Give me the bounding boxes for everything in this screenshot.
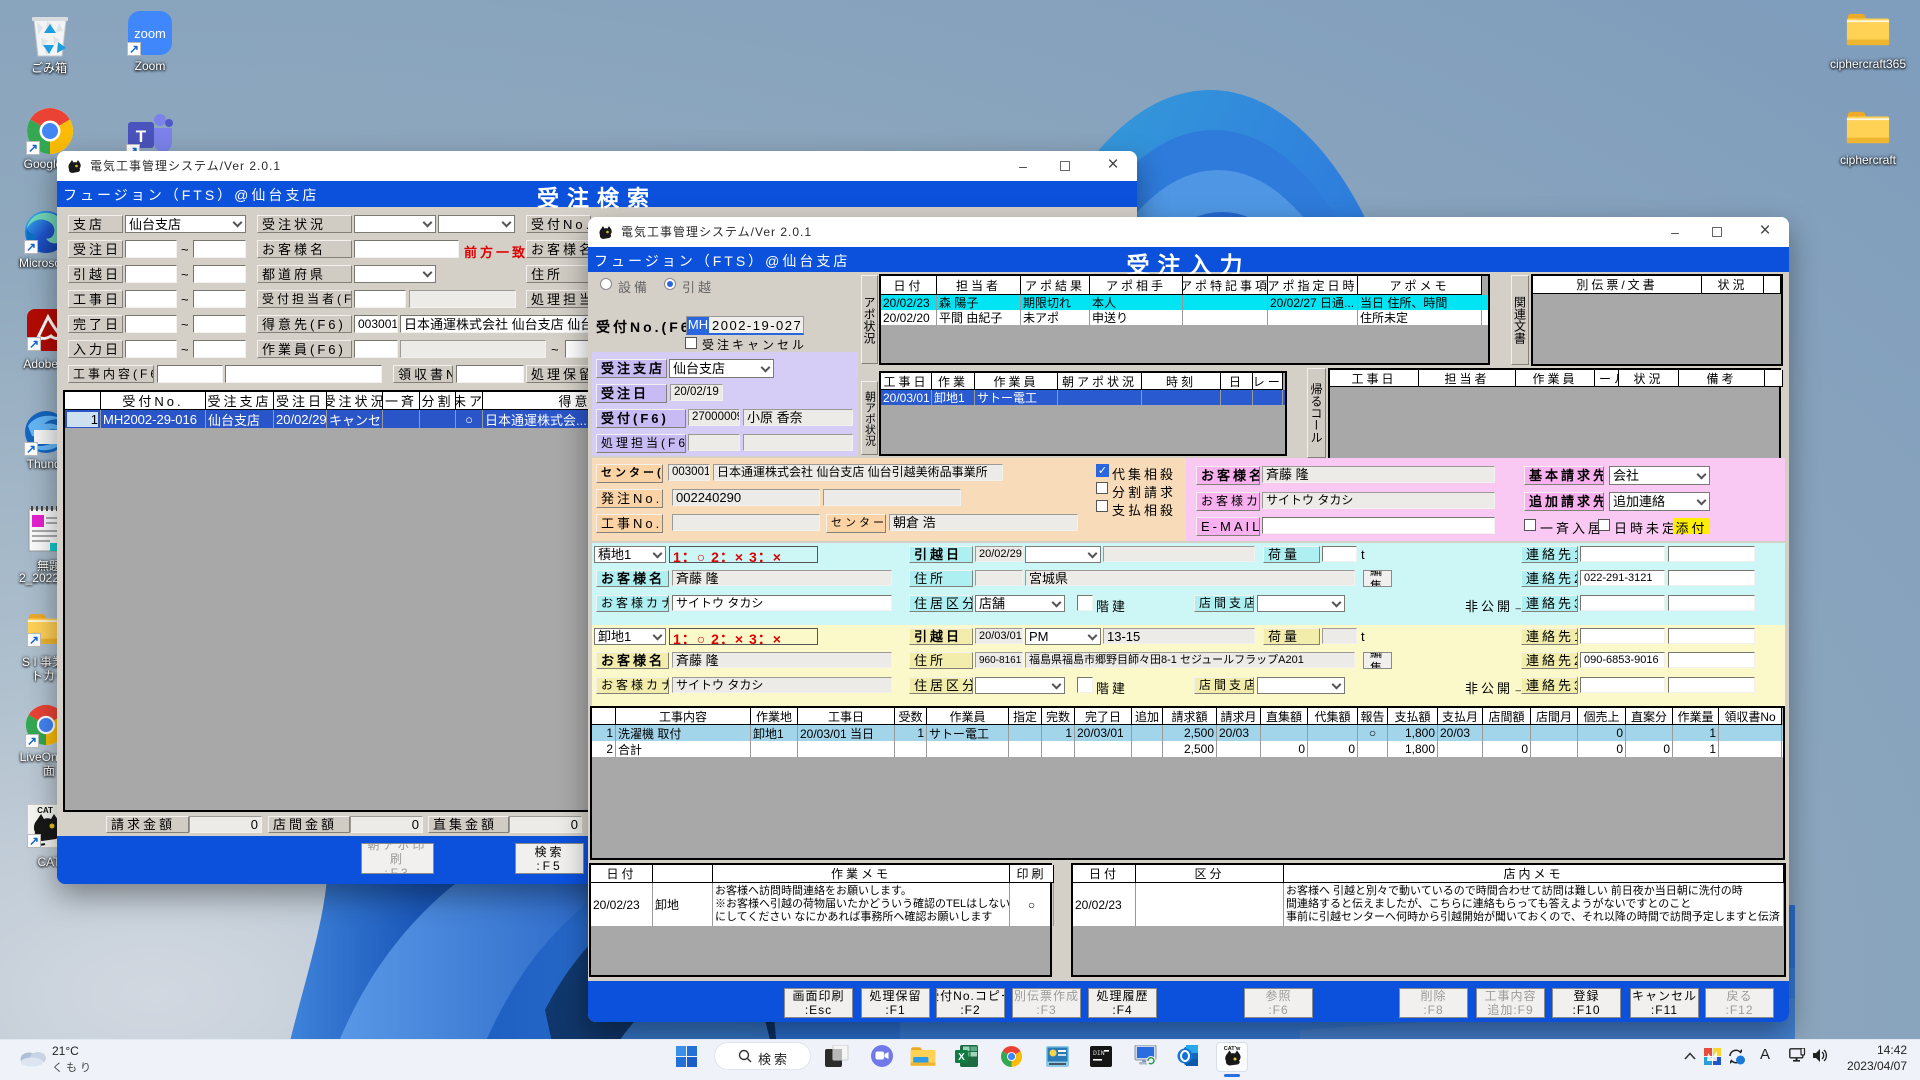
svg-text:CAT: CAT <box>37 806 53 815</box>
svg-text:CAT'w: CAT'w <box>1224 1046 1241 1052</box>
svg-text:zoom: zoom <box>134 26 166 41</box>
svg-text:X: X <box>958 1052 965 1063</box>
svg-text:DIN: DIN <box>1093 1050 1105 1057</box>
